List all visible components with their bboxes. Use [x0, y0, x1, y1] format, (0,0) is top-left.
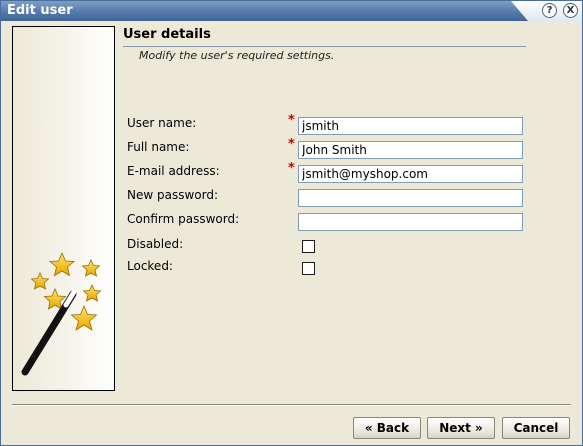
star-icon — [70, 304, 98, 331]
email-label: E-mail address: — [127, 164, 220, 178]
new-password-label: New password: — [127, 188, 219, 202]
close-icon[interactable]: X — [563, 3, 578, 18]
footer-divider-highlight — [12, 405, 571, 406]
required-marker: * — [288, 113, 295, 128]
email-field[interactable] — [298, 165, 523, 183]
edit-user-dialog: Edit user ? X User details Modify the us… — [0, 0, 583, 446]
dialog-title: Edit user — [7, 3, 73, 18]
confirm-password-label: Confirm password: — [127, 212, 240, 226]
star-icon — [82, 284, 102, 302]
required-marker: * — [288, 137, 295, 152]
section-divider — [123, 46, 526, 47]
back-button[interactable]: « Back — [353, 417, 421, 439]
wizard-sidebar — [12, 26, 115, 391]
section-description: Modify the user's required settings. — [139, 49, 335, 62]
magic-wand-icon — [21, 252, 102, 376]
confirm-password-field[interactable] — [298, 213, 523, 231]
star-icon — [48, 252, 76, 277]
fullname-label: Full name: — [127, 140, 190, 154]
username-label: User name: — [127, 116, 197, 130]
star-icon — [81, 259, 101, 277]
fullname-field[interactable] — [298, 141, 523, 159]
required-marker: * — [288, 161, 295, 176]
title-bar: Edit user ? X — [1, 1, 582, 21]
locked-label: Locked: — [127, 259, 173, 273]
star-icon — [30, 272, 50, 290]
disabled-checkbox[interactable] — [302, 240, 315, 253]
cancel-button[interactable]: Cancel — [502, 417, 570, 439]
next-button[interactable]: Next » — [427, 417, 495, 439]
section-title: User details — [123, 27, 211, 42]
username-field[interactable] — [298, 117, 523, 135]
locked-checkbox[interactable] — [302, 262, 315, 275]
title-tab — [1, 1, 528, 21]
help-icon[interactable]: ? — [542, 3, 557, 18]
new-password-field[interactable] — [298, 189, 523, 207]
disabled-label: Disabled: — [127, 237, 184, 251]
